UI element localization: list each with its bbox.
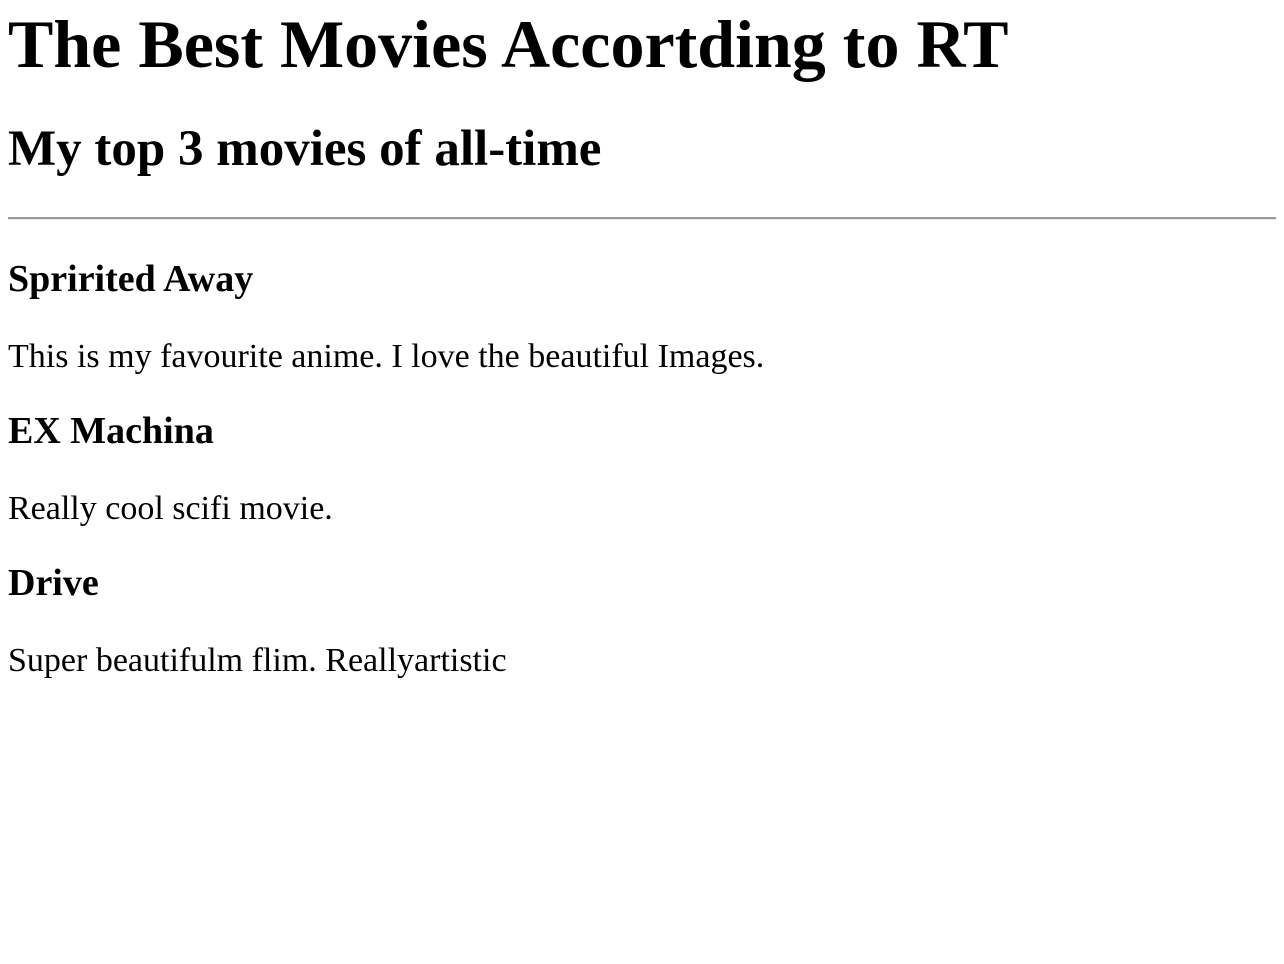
page-title: The Best Movies Accortding to RT [8,6,1009,82]
movie-description: Super beautifulm flim. Reallyartistic [8,642,507,679]
movie-entry-spirited-away: Spririted Away This is my favourite anim… [8,260,1276,374]
movie-entry-drive: Drive Super beautifulm flim. Reallyartis… [8,564,1276,678]
page-subtitle: My top 3 movies of all-time [8,121,602,177]
divider [8,217,1276,220]
movie-title: Drive [8,562,99,604]
movie-title: Spririted Away [8,258,254,300]
movie-description: This is my favourite anime. I love the b… [8,338,765,375]
page-content: The Best Movies Accortding to RT My top … [0,0,1284,678]
movie-title: EX Machina [8,410,214,452]
movie-description: Really cool scifi movie. [8,490,333,527]
movie-entry-ex-machina: EX Machina Really cool scifi movie. [8,412,1276,526]
